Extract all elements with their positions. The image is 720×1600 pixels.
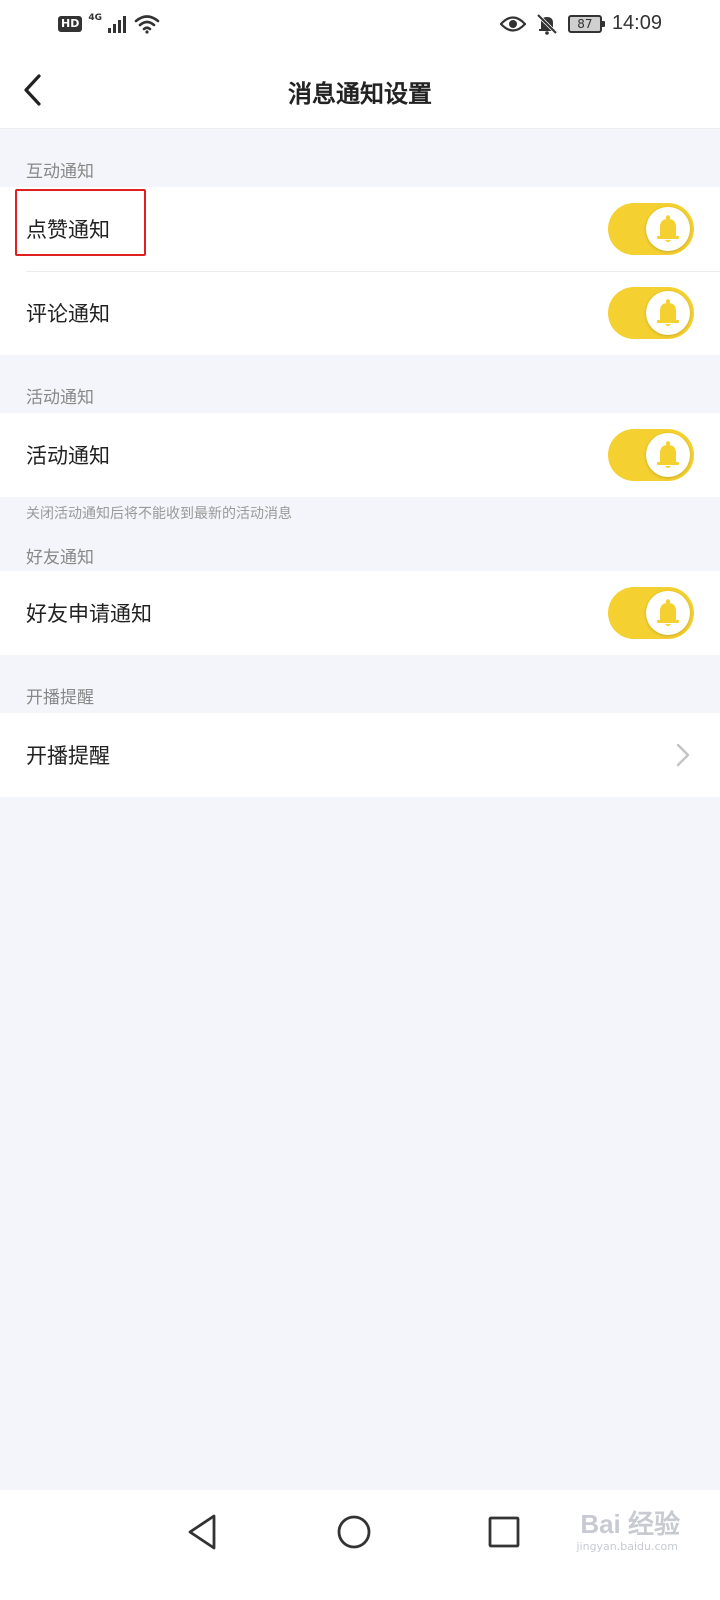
toggle-knob (646, 207, 690, 251)
section-header-live: 开播提醒 (26, 688, 94, 708)
wifi-icon (134, 15, 160, 34)
activity-notification-toggle[interactable] (608, 429, 694, 481)
setting-row-live-reminder[interactable]: 开播提醒 (0, 713, 720, 797)
friend-request-notification-toggle[interactable] (608, 587, 694, 639)
toggle-knob (646, 291, 690, 335)
activity-note: 关闭活动通知后将不能收到最新的活动消息 (26, 506, 292, 522)
bell-icon (657, 299, 679, 326)
toggle-knob (646, 433, 690, 477)
toggle-knob (646, 591, 690, 635)
home-circle-icon[interactable] (332, 1510, 376, 1554)
comment-notification-toggle[interactable] (608, 287, 694, 339)
eye-icon (499, 15, 526, 32)
battery-level: 87 (577, 16, 593, 31)
title-bar: 消息通知设置 (0, 52, 720, 129)
watermark-text: Bai 经验 (580, 1509, 680, 1539)
recents-square-icon[interactable] (482, 1510, 526, 1554)
chevron-right-icon (676, 743, 690, 767)
navigation-bar: Bai 经验 jingyan.baidu.com (0, 1490, 720, 1600)
bell-icon (657, 215, 679, 242)
signal-icon (108, 16, 126, 33)
section-header-activity: 活动通知 (26, 388, 94, 408)
bell-icon (657, 599, 679, 626)
bell-icon (657, 441, 679, 468)
battery-icon: 87 (567, 14, 605, 33)
setting-label: 开播提醒 (26, 744, 110, 768)
status-right: 87 14:09 (499, 12, 662, 35)
setting-row-activity: 活动通知 (0, 413, 720, 497)
clock: 14:09 (611, 12, 662, 34)
setting-label: 评论通知 (26, 302, 110, 326)
bell-off-icon (536, 13, 558, 35)
back-triangle-icon[interactable] (182, 1510, 226, 1554)
status-left: HD 4G (58, 13, 160, 34)
watermark-subtext: jingyan.baidu.com (576, 1540, 678, 1553)
setting-row-comment: 评论通知 (0, 271, 720, 355)
status-bar: HD 4G 87 14:09 (0, 0, 720, 52)
setting-label: 好友申请通知 (26, 602, 152, 626)
hd-badge: HD (58, 16, 83, 32)
highlight-annotation (15, 189, 146, 256)
watermark: Bai 经验 jingyan.baidu.com (576, 1504, 680, 1553)
like-notification-toggle[interactable] (608, 203, 694, 255)
section-header-interaction: 互动通知 (26, 162, 94, 182)
page-title: 消息通知设置 (288, 80, 432, 108)
section-header-friends: 好友通知 (26, 548, 94, 568)
setting-label: 活动通知 (26, 444, 110, 468)
network-type: 4G (88, 13, 102, 23)
setting-row-friend-request: 好友申请通知 (0, 571, 720, 655)
